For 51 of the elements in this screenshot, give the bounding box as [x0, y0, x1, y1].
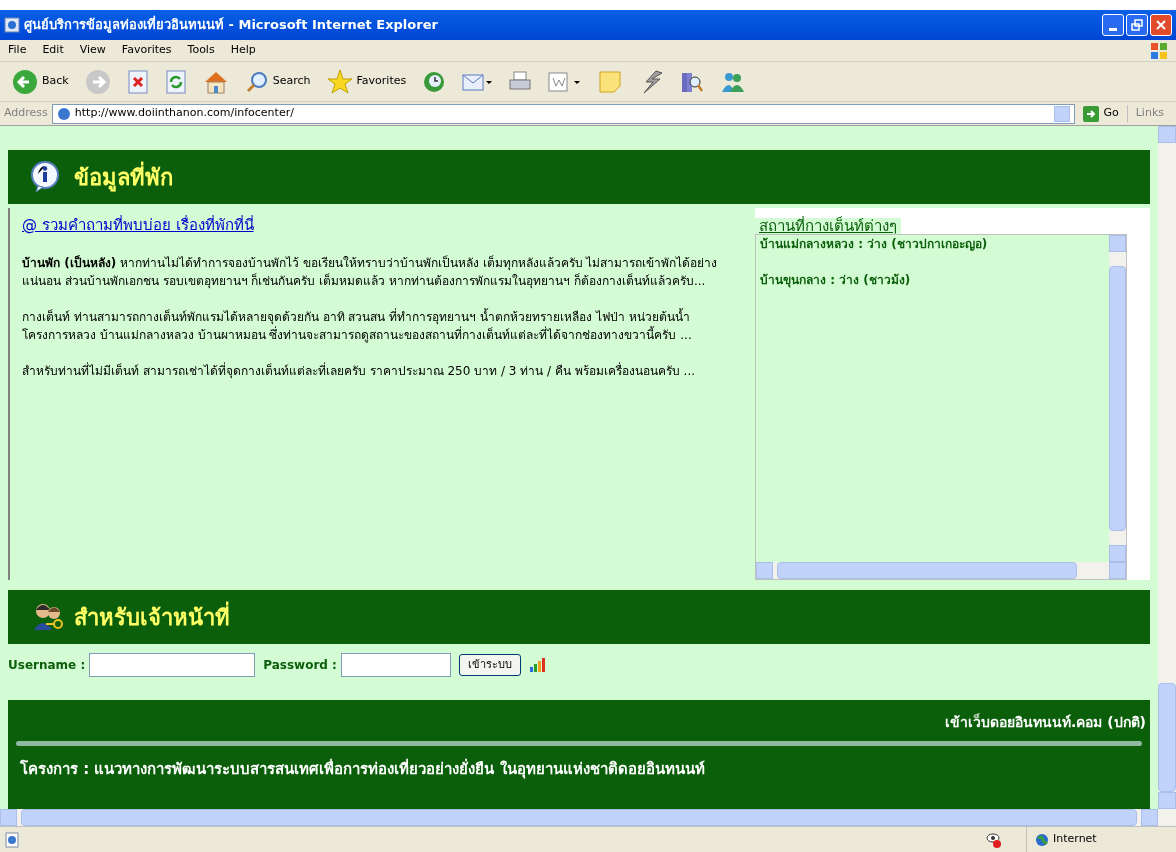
restore-button[interactable]	[1126, 14, 1148, 36]
paragraph: บ้านพัก (เป็นหลัง) หากท่านไม่ได้ทำการจองบ้านพักไว้ ขอเรียนให้ทราบว่าบ้านพักเป็นหลัง เต็มทุกหลังแล้วครับ ไม่สามารถเข้าพักได้อย่างแน่นอน ส่วนบ้านพักเอกชน รอบเขตอุทยานฯ ก็เช่นกันครับ เต็มหมดแล้ว หากท่านต้องการพักแรมในอุทยานฯ ก็ต้องกางเต็นท์แล้วครับ...	[22, 254, 719, 290]
section-title: สำหรับเจ้าหน้าที่	[74, 600, 230, 634]
page-icon	[4, 17, 20, 33]
password-label: Password :	[263, 657, 337, 674]
close-button[interactable]	[1150, 14, 1172, 36]
restore-icon	[1131, 19, 1143, 31]
dropdown-button[interactable]	[1054, 105, 1071, 122]
page-icon	[4, 831, 20, 848]
favorites-button[interactable]: Favorites	[322, 65, 411, 98]
globe-icon	[1035, 832, 1049, 847]
site-link[interactable]: เข้าเว็บดอยอินทนนท์.คอม (ปกติ)	[945, 712, 1150, 733]
close-icon	[1155, 19, 1167, 31]
info-icon	[28, 160, 62, 194]
campsite-status: บ้านแม่กลางหลวง : ว่าง (ชาวปกาเกอะญอ)	[760, 236, 989, 253]
menu-item[interactable]: Edit	[42, 42, 64, 59]
menu-item[interactable]: File	[8, 42, 27, 59]
password-field[interactable]	[340, 653, 451, 677]
privacy-icon	[986, 831, 1002, 848]
paragraph: สำหรับท่านที่ไม่มีเต็นท์ สามารถเช่าได้ที่จุดกางเต็นท์แต่ละที่เลยครับ ราคาประมาณ 250 บาท / 3 ท่าน / คืน พร้อมเครื่องนอนครับ ...	[22, 362, 697, 380]
username-field[interactable]	[89, 653, 256, 677]
campsite-status: บ้านขุนกลาง : ว่าง (ชาวม้ง)	[760, 272, 912, 289]
faq-link[interactable]: @ รวมคำถามที่พบบ่อย เรื่องที่พักที่นี่	[22, 216, 723, 234]
horizontal-scrollbar[interactable]	[756, 562, 1126, 579]
vertical-scrollbar[interactable]	[1158, 126, 1176, 826]
campsites-title: สถานที่กางเต็นท์ต่างๆ	[755, 218, 901, 234]
project-text: โครงการ : แนวทางการพัฒนาระบบสารสนเทศเพื่อการท่องเที่ยวอย่างยั่งยืน ในอุทยานแห่งชาติดอยอินทนนท์	[19, 758, 706, 781]
back-button[interactable]: Back	[8, 65, 73, 98]
address-field[interactable]: http://www.doiinthanon.com/infocenter/	[51, 103, 1076, 124]
star-icon	[326, 68, 353, 95]
windows-logo-icon	[1150, 41, 1168, 60]
section-title: ข้อมูลที่พัก	[74, 160, 173, 194]
username-label: Username :	[8, 657, 86, 674]
address-label: Address	[4, 105, 48, 122]
menu-item[interactable]: Tools	[187, 42, 215, 59]
security-zone: Internet	[1053, 831, 1097, 848]
paragraph: กางเต็นท์ ท่านสามารถกางเต็นท์พักแรมได้หลายจุดด้วยกัน อาทิ สวนสน ที่ทำการอุทยานฯ น้ำตกห้วยทรายเหลือง ไฟป่า หน่วยต้นน้ำ โครงการหลวง บ้านแม่กลางหลวง บ้านผาหมอน ซึ่งท่านจะสามารถดูสถานะของสถานที่กางเต็นท์แต่ละที่ได้จากช่องทางขวานี้ครับ ...	[22, 308, 693, 344]
bar-graph-icon	[528, 657, 545, 673]
menu-item[interactable]: Help	[230, 42, 256, 59]
minimize-button[interactable]	[1102, 14, 1124, 36]
menu-item[interactable]: Favorites	[121, 42, 172, 59]
vertical-scrollbar[interactable]	[1109, 235, 1126, 562]
window-title: ศูนย์บริการข้อมูลท่องเที่ยวอินทนนท์ - Microsoft Internet Explorer	[24, 15, 438, 35]
go-button[interactable]: Go	[1079, 105, 1123, 122]
horizontal-scrollbar[interactable]	[0, 809, 1158, 826]
login-button[interactable]: เข้าระบบ	[458, 654, 521, 676]
page-icon	[56, 106, 71, 121]
search-icon	[244, 69, 269, 94]
people-key-icon	[32, 602, 66, 632]
menu-item[interactable]: View	[79, 42, 106, 59]
search-button[interactable]: Search	[240, 65, 315, 98]
